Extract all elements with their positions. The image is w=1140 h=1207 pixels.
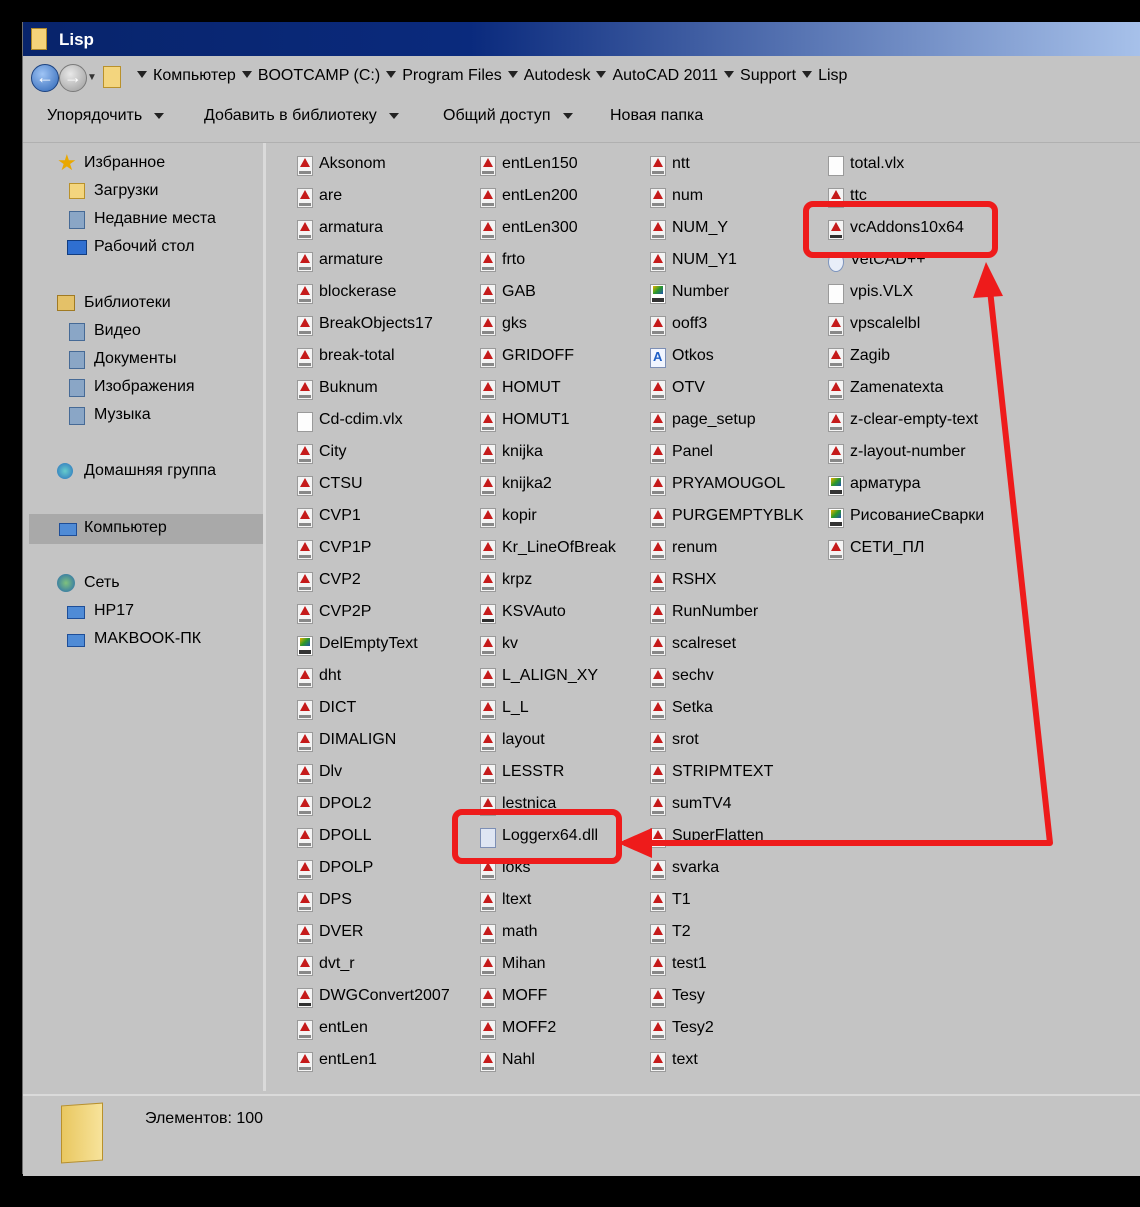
annotation-arrow-line — [624, 289, 1053, 846]
annotation-arrows — [618, 262, 1053, 858]
arrow-head-icon — [618, 828, 652, 858]
arrow-head-icon — [973, 262, 1003, 298]
